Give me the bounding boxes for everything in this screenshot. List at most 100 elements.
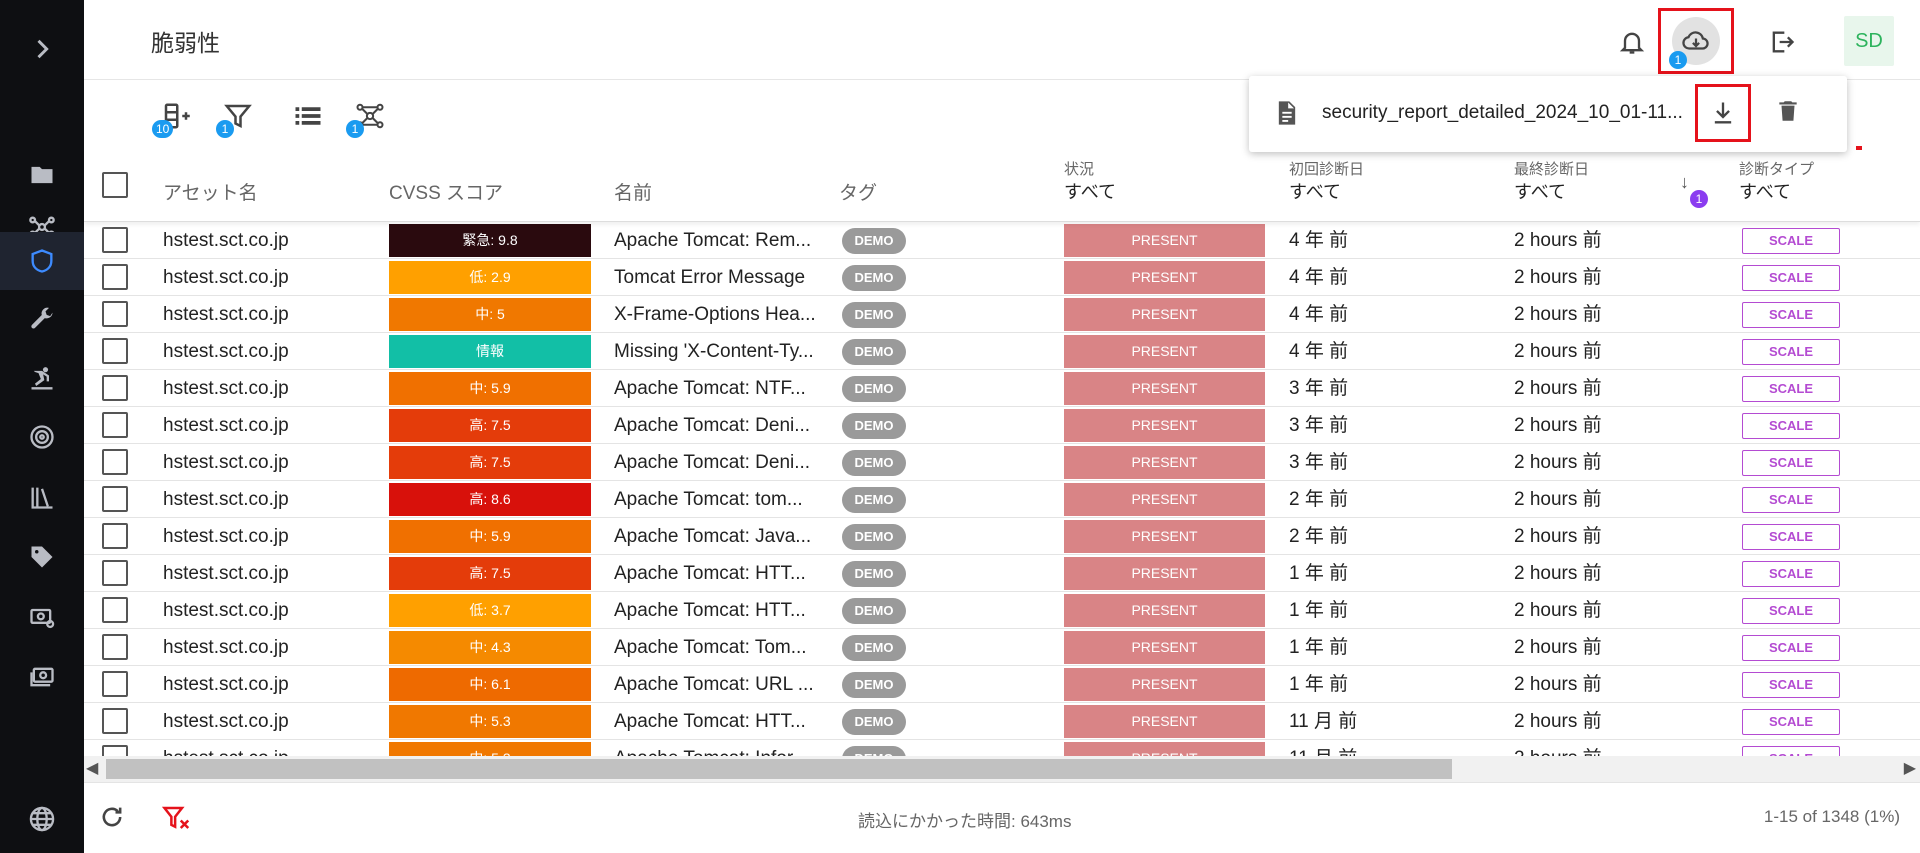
column-header-tag[interactable]: タグ xyxy=(839,178,877,205)
sidebar-item-target[interactable] xyxy=(0,408,84,466)
table-row[interactable]: hstest.sct.co.jp 中: 5.9 Apache Tomcat: NTF… xyxy=(84,370,1920,407)
table-row[interactable]: hstest.sct.co.jp 低: 2.9 Tomcat Error Messa… xyxy=(84,259,1920,296)
scan-type-filter[interactable]: すべて xyxy=(1739,178,1791,204)
sidebar-item-library[interactable] xyxy=(0,468,84,526)
sidebar-item-assets[interactable] xyxy=(0,146,84,204)
vulnerability-name[interactable]: Apache Tomcat: Deni... xyxy=(614,407,829,444)
scan-type-badge: SCALE xyxy=(1742,450,1840,476)
last-scan-filter[interactable]: すべて xyxy=(1514,178,1566,204)
scan-type-badge: SCALE xyxy=(1742,339,1840,365)
language-button[interactable] xyxy=(0,790,84,848)
column-header-scan-type[interactable]: 診断タイプ xyxy=(1739,158,1814,179)
tag-badge: DEMO xyxy=(842,746,906,756)
select-all-checkbox[interactable] xyxy=(102,172,128,198)
table-row[interactable]: hstest.sct.co.jp 高: 8.6 Apache Tomcat: tom… xyxy=(84,481,1920,518)
column-header-status[interactable]: 状況 xyxy=(1064,158,1094,179)
row-checkbox[interactable] xyxy=(102,634,128,660)
row-checkbox[interactable] xyxy=(102,264,128,290)
row-checkbox[interactable] xyxy=(102,227,128,253)
delete-file-button[interactable] xyxy=(1775,96,1801,131)
row-checkbox[interactable] xyxy=(102,745,128,756)
scan-type-badge: SCALE xyxy=(1742,598,1840,624)
graph-view-button[interactable]: 1 xyxy=(346,98,388,138)
sidebar-item-tools[interactable] xyxy=(0,290,84,348)
sidebar-item-scanner[interactable] xyxy=(0,350,84,408)
clear-filters-button[interactable] xyxy=(161,803,192,838)
row-checkbox[interactable] xyxy=(102,338,128,364)
vulnerability-name[interactable]: Apache Tomcat: tom... xyxy=(614,481,829,518)
vulnerability-name[interactable]: Apache Tomcat: URL ... xyxy=(614,666,829,703)
table-row[interactable]: hstest.sct.co.jp 低: 3.7 Apache Tomcat: HTT… xyxy=(84,592,1920,629)
vulnerability-name[interactable]: X-Frame-Options Hea... xyxy=(614,296,829,333)
last-scan-date: 2 hours 前 xyxy=(1514,637,1602,658)
download-file-button[interactable] xyxy=(1695,84,1751,142)
logout-button[interactable] xyxy=(1762,22,1802,62)
sidebar-item-reports[interactable] xyxy=(0,648,84,706)
table-row[interactable]: hstest.sct.co.jp 高: 7.5 Apache Tomcat: HTT… xyxy=(84,555,1920,592)
row-checkbox[interactable] xyxy=(102,375,128,401)
vulnerability-name[interactable]: Apache Tomcat: NTF... xyxy=(614,370,829,407)
table-row[interactable]: hstest.sct.co.jp 中: 5 X-Frame-Options Hea.… xyxy=(84,296,1920,333)
table-row[interactable]: hstest.sct.co.jp 中: 6.1 Apache Tomcat: URL… xyxy=(84,666,1920,703)
row-checkbox[interactable] xyxy=(102,412,128,438)
table-row[interactable]: hstest.sct.co.jp 高: 7.5 Apache Tomcat: Den… xyxy=(84,444,1920,481)
sort-desc-icon[interactable]: ↓ xyxy=(1680,172,1689,193)
sidebar-item-vulnerabilities[interactable] xyxy=(0,232,84,290)
table-row[interactable]: hstest.sct.co.jp 中: 5.3 Apache Tomcat: Inf… xyxy=(84,740,1920,756)
table-row[interactable]: hstest.sct.co.jp 情報 Missing 'X-Content-Ty.… xyxy=(84,333,1920,370)
scrollbar-thumb[interactable] xyxy=(106,759,1452,779)
row-checkbox[interactable] xyxy=(102,486,128,512)
vulnerability-name[interactable]: Apache Tomcat: HTT... xyxy=(614,555,829,592)
table-row[interactable]: hstest.sct.co.jp 中: 5.9 Apache Tomcat: Jav… xyxy=(84,518,1920,555)
status-badge: PRESENT xyxy=(1064,594,1265,627)
refresh-button[interactable] xyxy=(98,803,126,836)
column-header-cvss[interactable]: CVSS スコア xyxy=(389,178,503,205)
table-row[interactable]: hstest.sct.co.jp 中: 4.3 Apache Tomcat: Tom… xyxy=(84,629,1920,666)
row-checkbox[interactable] xyxy=(102,523,128,549)
asset-name: hstest.sct.co.jp xyxy=(163,452,289,473)
scan-type-badge: SCALE xyxy=(1742,635,1840,661)
status-badge: PRESENT xyxy=(1064,261,1265,294)
column-header-first-scan[interactable]: 初回診断日 xyxy=(1289,158,1364,179)
sidebar-item-tags[interactable] xyxy=(0,528,84,586)
filter-button[interactable]: 1 xyxy=(216,98,256,138)
notifications-button[interactable] xyxy=(1612,22,1652,62)
row-checkbox[interactable] xyxy=(102,560,128,586)
table-row[interactable]: hstest.sct.co.jp 緊急: 9.8 Apache Tomcat: Re… xyxy=(84,222,1920,259)
horizontal-scrollbar[interactable]: ◀ ▶ xyxy=(84,756,1920,782)
asset-name: hstest.sct.co.jp xyxy=(163,740,373,756)
vulnerability-name[interactable]: Apache Tomcat: HTT... xyxy=(614,703,829,740)
row-checkbox[interactable] xyxy=(102,708,128,734)
sidebar-item-billing[interactable] xyxy=(0,588,84,646)
scroll-left-arrow[interactable]: ◀ xyxy=(86,758,98,778)
vulnerability-name[interactable]: Apache Tomcat: HTT... xyxy=(614,592,829,629)
list-view-button[interactable] xyxy=(290,98,326,134)
vulnerability-name[interactable]: Apache Tomcat: Java... xyxy=(614,518,829,555)
column-header-asset[interactable]: アセット名 xyxy=(163,178,258,205)
vulnerability-name[interactable]: Apache Tomcat: Infor... xyxy=(614,740,829,756)
status-badge: PRESENT xyxy=(1064,668,1265,701)
expand-sidebar-button[interactable] xyxy=(0,20,84,78)
column-header-last-scan[interactable]: 最終診断日 xyxy=(1514,158,1589,179)
row-checkbox[interactable] xyxy=(102,449,128,475)
cvss-score-badge: 中: 5.9 xyxy=(389,520,591,553)
scan-type-badge: SCALE xyxy=(1742,672,1840,698)
vulnerability-name[interactable]: Tomcat Error Message xyxy=(614,259,829,296)
row-checkbox[interactable] xyxy=(102,671,128,697)
vulnerability-name[interactable]: Apache Tomcat: Tom... xyxy=(614,629,829,666)
avatar[interactable]: SD xyxy=(1844,16,1894,66)
column-header-name[interactable]: 名前 xyxy=(614,178,652,205)
scroll-right-arrow[interactable]: ▶ xyxy=(1904,758,1916,778)
vulnerability-name[interactable]: Apache Tomcat: Rem... xyxy=(614,222,829,259)
vulnerability-name[interactable]: Missing 'X-Content-Ty... xyxy=(614,333,829,370)
first-scan-date: 2 年 前 xyxy=(1289,489,1349,510)
table-row[interactable]: hstest.sct.co.jp 高: 7.5 Apache Tomcat: Den… xyxy=(84,407,1920,444)
shield-icon xyxy=(31,249,53,273)
first-scan-filter[interactable]: すべて xyxy=(1289,178,1341,204)
table-row[interactable]: hstest.sct.co.jp 中: 5.3 Apache Tomcat: HTT… xyxy=(84,703,1920,740)
status-filter[interactable]: すべて xyxy=(1064,178,1116,204)
vulnerability-name[interactable]: Apache Tomcat: Deni... xyxy=(614,444,829,481)
row-checkbox[interactable] xyxy=(102,597,128,623)
add-column-button[interactable]: 10 xyxy=(152,98,194,138)
row-checkbox[interactable] xyxy=(102,301,128,327)
